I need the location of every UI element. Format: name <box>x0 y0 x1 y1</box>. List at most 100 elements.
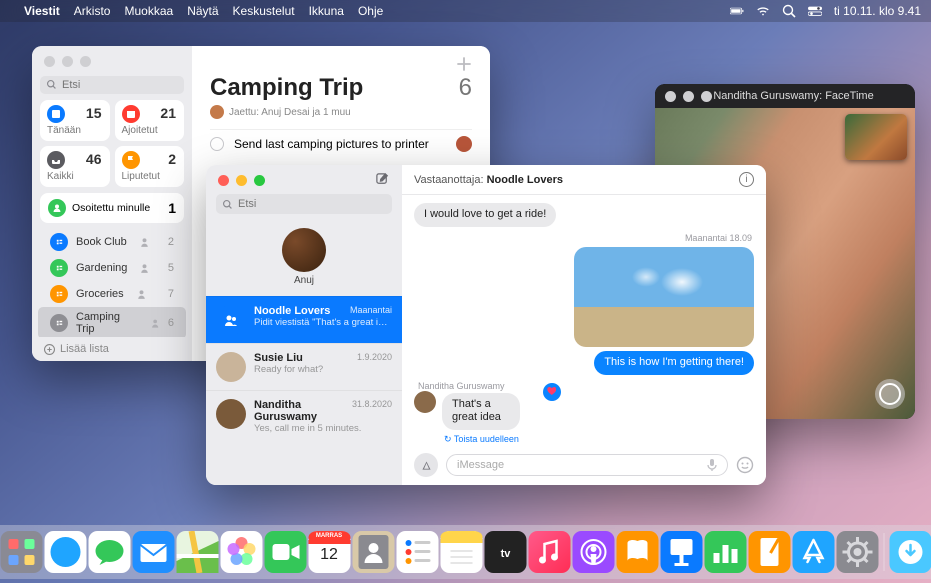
control-center-icon[interactable] <box>808 4 822 18</box>
outgoing-message[interactable]: This is how I'm getting there! <box>594 351 754 375</box>
tray-icon <box>47 151 65 169</box>
image-attachment[interactable] <box>574 247 754 347</box>
dock: MARRAS12 tv <box>0 525 931 579</box>
zoom-button[interactable] <box>80 56 91 67</box>
battery-icon[interactable] <box>730 4 744 18</box>
menu-view[interactable]: Näytä <box>187 4 218 18</box>
dock-reminders[interactable] <box>396 531 438 573</box>
messages-search[interactable] <box>216 194 392 214</box>
details-button[interactable]: i <box>739 172 754 187</box>
smartlist-today[interactable]: 15 Tänään <box>40 100 110 141</box>
smartlist-assigned[interactable]: Osoitettu minulle 1 <box>40 193 184 223</box>
apps-button[interactable] <box>414 453 438 477</box>
zoom-button[interactable] <box>254 175 265 186</box>
today-label: Tänään <box>47 125 103 136</box>
list-item[interactable]: Groceries7 <box>38 281 186 307</box>
conversation-preview: Pidit viestistä "That's a great idea " <box>254 317 392 328</box>
to-value[interactable]: Noodle Lovers <box>487 174 563 186</box>
conversation-item[interactable]: Noodle LoversMaanantaiPidit viestistä "T… <box>206 296 402 343</box>
dictation-icon[interactable] <box>705 458 719 472</box>
pinned-conversation[interactable]: Anuj <box>206 222 402 296</box>
facetime-pip[interactable] <box>845 114 907 160</box>
shared-icon <box>150 318 160 329</box>
dock-photos[interactable] <box>220 531 262 573</box>
smartlist-flagged[interactable]: 2 Liputetut <box>115 146 185 187</box>
add-list-button[interactable]: Lisää lista <box>32 337 192 361</box>
reminders-search[interactable] <box>40 75 184 94</box>
shared-info[interactable]: Jaettu: Anuj Desai ja 1 muu <box>210 105 472 119</box>
incoming-message[interactable]: I would love to get a ride! <box>414 203 556 227</box>
reminders-search-input[interactable] <box>40 76 184 94</box>
dock-music[interactable] <box>528 531 570 573</box>
search-icon <box>46 79 57 90</box>
menu-window[interactable]: Ikkuna <box>309 4 344 18</box>
conversation-date: 31.8.2020 <box>352 399 392 423</box>
menu-conversations[interactable]: Keskustelut <box>233 4 295 18</box>
emoji-button[interactable] <box>736 456 754 474</box>
menu-file[interactable]: Arkisto <box>74 4 111 18</box>
today-count: 15 <box>86 105 102 121</box>
scheduled-label: Ajoitetut <box>122 125 178 136</box>
message-input[interactable]: iMessage <box>446 454 728 476</box>
facetime-capture-button[interactable] <box>875 379 905 409</box>
incoming-message[interactable]: That's a great idea <box>442 391 553 433</box>
messages-sidebar: Anuj Noodle LoversMaanantaiPidit viestis… <box>206 165 402 485</box>
dock-preferences[interactable] <box>836 531 878 573</box>
close-button[interactable] <box>44 56 55 67</box>
reminder-item[interactable]: Send last camping pictures to printer <box>210 129 472 158</box>
conversation-item[interactable]: Susie Liu1.9.2020Ready for what? <box>206 343 402 390</box>
list-item[interactable]: Camping Trip6 <box>38 307 186 337</box>
dock-launchpad[interactable] <box>0 531 42 573</box>
dock-safari[interactable] <box>44 531 86 573</box>
dock-keynote[interactable] <box>660 531 702 573</box>
menu-help[interactable]: Ohje <box>358 4 383 18</box>
checkbox[interactable] <box>210 137 224 151</box>
list-bullet-icon <box>50 314 68 332</box>
smartlist-scheduled[interactable]: 21 Ajoitetut <box>115 100 185 141</box>
flag-icon <box>122 151 140 169</box>
dock-pages[interactable] <box>748 531 790 573</box>
dock-podcasts[interactable] <box>572 531 614 573</box>
wifi-icon[interactable] <box>756 4 770 18</box>
list-item[interactable]: Gardening5 <box>38 255 186 281</box>
menu-edit[interactable]: Muokkaa <box>124 4 173 18</box>
list-item[interactable]: Book Club2 <box>38 229 186 255</box>
all-count: 46 <box>86 151 102 167</box>
list-total-count: 6 <box>459 74 472 102</box>
list-name: Groceries <box>76 288 124 300</box>
smartlist-all[interactable]: 46 Kaikki <box>40 146 110 187</box>
spotlight-icon[interactable] <box>782 4 796 18</box>
list-count: 6 <box>168 317 174 329</box>
close-button[interactable] <box>218 175 229 186</box>
dock-maps[interactable] <box>176 531 218 573</box>
replay-effect-button[interactable]: ↻ Toista uudelleen <box>444 434 519 445</box>
dock-calendar[interactable]: MARRAS12 <box>308 531 350 573</box>
chat-transcript[interactable]: I would love to get a ride! Maanantai 18… <box>402 195 766 445</box>
dock-tv[interactable]: tv <box>484 531 526 573</box>
dock-books[interactable] <box>616 531 658 573</box>
dock-contacts[interactable] <box>352 531 394 573</box>
calendar-icon <box>122 105 140 123</box>
avatar <box>216 399 246 429</box>
conversation-item[interactable]: Nanditha Guruswamy31.8.2020Yes, call me … <box>206 390 402 442</box>
dock-facetime[interactable] <box>264 531 306 573</box>
compose-button[interactable] <box>375 172 390 187</box>
plus-circle-icon <box>44 344 55 355</box>
minimize-button[interactable] <box>62 56 73 67</box>
dock-appstore[interactable] <box>792 531 834 573</box>
minimize-button[interactable] <box>236 175 247 186</box>
list-title: Camping Trip6 <box>210 74 472 102</box>
menubar-clock[interactable]: ti 10.11. klo 9.41 <box>834 4 921 18</box>
dock-notes[interactable] <box>440 531 482 573</box>
dock-numbers[interactable] <box>704 531 746 573</box>
dock-mail[interactable] <box>132 531 174 573</box>
assignee-avatar[interactable] <box>456 136 472 152</box>
add-reminder-button[interactable] <box>456 56 472 72</box>
person-icon <box>48 199 66 217</box>
tapback-heart-icon[interactable] <box>543 383 561 401</box>
dock-messages[interactable] <box>88 531 130 573</box>
app-menu[interactable]: Viestit <box>24 4 60 18</box>
messages-search-input[interactable] <box>216 194 392 214</box>
list-count: 2 <box>168 236 174 248</box>
dock-downloads[interactable] <box>889 531 931 573</box>
